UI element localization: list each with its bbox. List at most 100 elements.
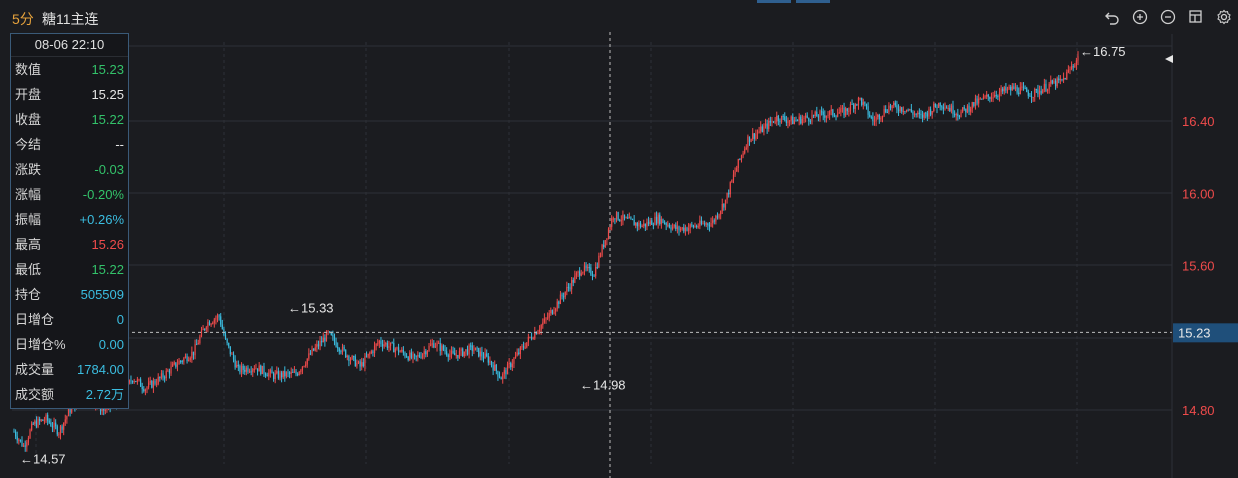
candle-body <box>575 273 578 276</box>
candle-body <box>200 330 203 337</box>
candle-body <box>712 220 714 223</box>
candle-body <box>721 203 723 212</box>
candle-body <box>492 365 494 371</box>
candle-body <box>673 224 675 227</box>
candle-body <box>260 365 262 375</box>
info-value: 0.00 <box>98 337 124 352</box>
info-row: 今结 -- <box>11 132 128 157</box>
candle-body <box>19 439 22 441</box>
candle-body <box>50 422 52 427</box>
candle-body <box>1058 78 1060 81</box>
candle-body <box>1008 86 1010 89</box>
candle-body <box>881 115 884 118</box>
candle-body <box>644 223 646 227</box>
candle-body <box>559 294 562 305</box>
candle-body <box>266 375 268 377</box>
candle-body <box>16 436 18 441</box>
candle-body <box>232 353 235 360</box>
candle-body <box>490 361 493 366</box>
candle-body <box>1034 89 1036 97</box>
candle-body <box>1062 77 1065 81</box>
candle-body <box>306 358 308 365</box>
candle-body <box>547 317 549 319</box>
candle-body <box>790 116 792 121</box>
candle-body <box>756 132 759 134</box>
candle-body <box>1050 80 1052 84</box>
candle-body <box>502 373 504 380</box>
candle-body <box>503 370 505 374</box>
candle-body <box>415 355 417 357</box>
candle-body <box>324 337 326 342</box>
candle-body <box>572 279 574 283</box>
candle-body <box>285 372 288 377</box>
candle-body <box>595 266 597 277</box>
candle-body <box>748 136 751 142</box>
candle-body <box>452 350 454 354</box>
candle-body <box>269 370 271 373</box>
price-chart[interactable]: 14.80 15.60 16.00 16.40 15.23 ←14.57 ←14.98 ←15… <box>0 0 1238 478</box>
candle-body <box>766 123 768 129</box>
candle-body <box>994 95 996 98</box>
candle-body <box>305 364 307 366</box>
candle-body <box>990 97 993 99</box>
candle-body <box>912 111 914 115</box>
candle-body <box>891 105 893 109</box>
candle-body <box>337 346 339 349</box>
candle-body <box>308 353 310 359</box>
candle-body <box>772 121 775 123</box>
candle-body <box>1013 86 1015 90</box>
candle-body <box>425 351 427 355</box>
candle-body <box>981 98 983 100</box>
candle-body <box>635 222 637 226</box>
candle-body <box>431 343 433 345</box>
candle-body <box>654 216 656 225</box>
candle-body <box>917 112 919 115</box>
info-row: 数值 15.23 <box>11 57 128 82</box>
candle-body <box>143 388 145 392</box>
info-row: 成交额 2.72万 <box>11 382 128 407</box>
candle-body <box>245 367 247 372</box>
candle-body <box>151 381 153 388</box>
candle-body <box>1040 90 1042 94</box>
candle-body <box>239 366 241 373</box>
candle-body <box>942 107 944 109</box>
candle-body <box>218 315 220 317</box>
candle-body <box>875 117 877 121</box>
candle-body <box>300 370 302 372</box>
candle-body <box>15 431 17 437</box>
candle-body <box>1021 86 1023 88</box>
candle-body <box>946 107 948 109</box>
candle-body <box>753 133 755 139</box>
candle-body <box>357 361 360 364</box>
candle-body <box>130 380 132 382</box>
candle-body <box>579 271 581 276</box>
candle-body <box>494 364 496 371</box>
candle-body <box>761 126 763 133</box>
candle-body <box>689 224 691 228</box>
candle-body <box>623 214 626 218</box>
candle-body <box>801 119 803 124</box>
candle-body <box>433 343 435 348</box>
candle-body <box>495 364 497 372</box>
candle-body <box>197 343 199 345</box>
candle-body <box>566 286 568 292</box>
candle-body <box>1070 66 1073 70</box>
candle-body <box>417 355 419 357</box>
candle-body <box>862 102 864 105</box>
candle-body <box>915 113 917 115</box>
candle-body <box>519 347 521 354</box>
candle-body <box>830 109 832 112</box>
candle-body <box>588 267 590 269</box>
candle-body <box>869 114 871 117</box>
candle-body <box>571 279 573 290</box>
candle-body <box>40 419 42 421</box>
candle-body <box>694 225 696 228</box>
candle-body <box>779 120 781 123</box>
candle-body <box>763 126 765 133</box>
candle-body <box>630 217 632 219</box>
candle-body <box>893 102 895 106</box>
candle-body <box>139 379 142 387</box>
candle-body <box>603 244 605 247</box>
candle-body <box>837 113 839 117</box>
candle-body <box>529 336 531 338</box>
